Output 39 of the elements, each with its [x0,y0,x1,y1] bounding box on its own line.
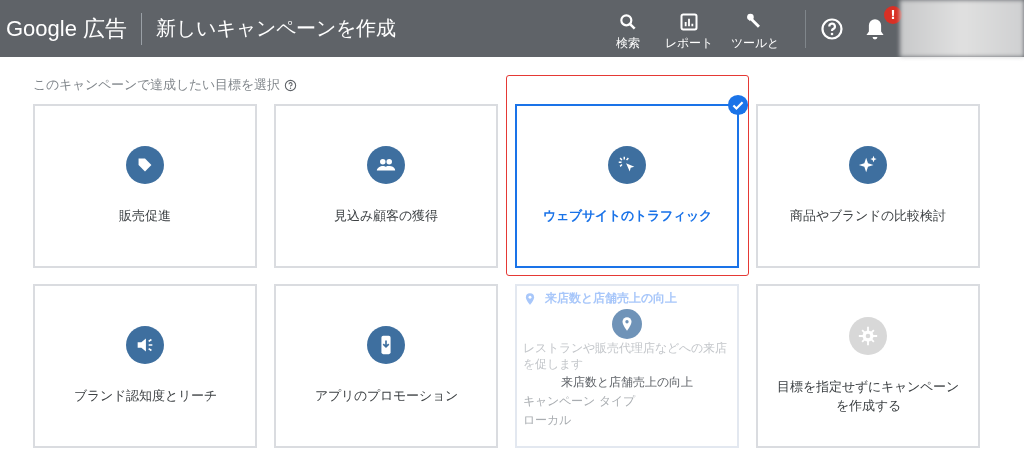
goal-icon [126,326,164,365]
goal-card[interactable]: ウェブサイトのトラフィック [515,104,739,268]
goal-label: 商品やブランドの比較検討 [789,207,947,226]
pin-icon [523,290,537,307]
help-icon[interactable] [284,78,297,92]
campaign-type-label: キャンペーン タイプ [523,393,635,411]
goal-label: 販売促進 [118,207,172,226]
goal-card[interactable]: ブランド認知度とリーチ [33,284,257,448]
goal-card[interactable]: 目標を指定せずにキャンペーンを作成する [756,284,980,448]
tooltip-title: 来店数と店舗売上の向上 [545,290,677,307]
goal-icon [849,146,887,185]
toolbar-button[interactable]: ツールと [725,12,785,52]
bar-chart-icon [679,12,699,32]
alert-badge: ! [884,5,902,24]
search-icon [618,12,638,32]
goal-label: 目標を指定せずにキャンペーンを作成する [776,377,960,415]
goal-icon [367,326,405,365]
goal-icon [126,146,164,185]
goal-label: アプリのプロモーション [313,387,459,406]
goal-icon [367,146,405,185]
campaign-type-value: ローカル [523,412,571,430]
goal-card[interactable]: アプリのプロモーション [274,284,498,448]
goal-icon [849,316,887,355]
goal-label: 来店数と店舗売上の向上 [561,374,693,392]
page-title: 新しいキャンペーンを作成 [156,15,397,42]
goal-icon [608,146,646,185]
goal-card[interactable]: 販売促進 [33,104,257,268]
goal-label: 見込み顧客の獲得 [333,207,439,226]
bell-icon[interactable] [866,17,884,40]
goal-card[interactable]: 見込み顧客の獲得 [274,104,498,268]
check-icon [727,94,749,116]
goal-card[interactable]: 商品やブランドの比較検討 [756,104,980,268]
goal-label: ウェブサイトのトラフィック [541,207,713,226]
logo[interactable]: Google 広告 [6,13,128,44]
goal-label: ブランド認知度とリーチ [72,387,218,406]
goal-icon [612,309,642,339]
toolbar-button[interactable]: レポート [659,12,719,52]
prompt-text: このキャンペーンで達成したい目標を選択 [33,76,280,94]
toolbar-button[interactable]: 検索 [603,12,653,52]
